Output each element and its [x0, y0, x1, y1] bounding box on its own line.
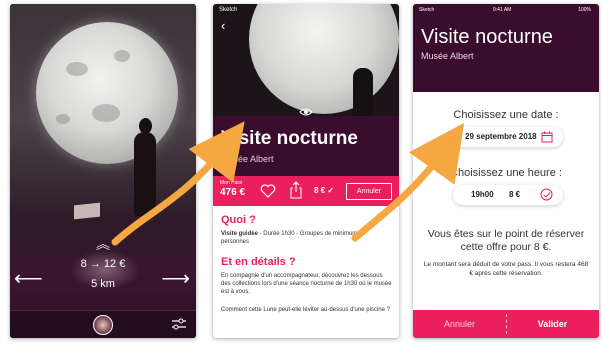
flow-arrows [111, 121, 465, 246]
flow-arrow-1 [111, 121, 245, 246]
flow-arrow-2 [351, 122, 465, 242]
